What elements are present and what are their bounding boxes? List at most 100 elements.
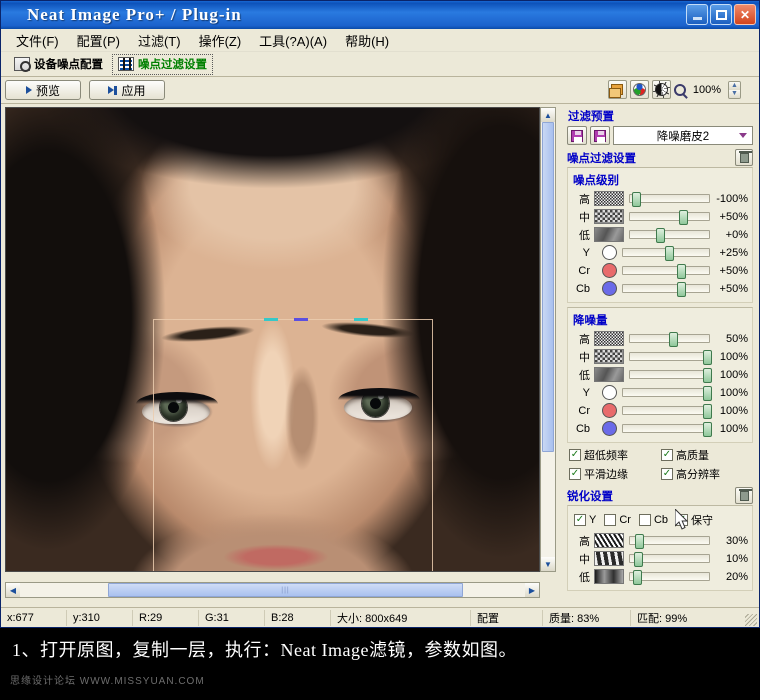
checkbox-box[interactable] xyxy=(604,514,617,526)
main-body: ▲ ▼ ◀ ||| ▶ 过滤预置 降噪磨皮2 噪点过滤设置 噪点级别 高 -10… xyxy=(1,104,759,600)
apply-label: 应用 xyxy=(121,83,146,98)
status-size: 大小: 800x649 xyxy=(331,609,471,626)
noise-level-cb-slider[interactable] xyxy=(622,282,710,297)
eye-left xyxy=(134,390,220,432)
tutorial-caption-area: 1、打开原图，复制一层，执行：Neat Image滤镜，参数如图。 思缘设计论坛… xyxy=(0,628,760,700)
slider-value: -100% xyxy=(716,192,748,205)
checkbox-box[interactable] xyxy=(569,468,581,480)
slider-label: Cr xyxy=(578,264,590,277)
slider-row: 高 30% xyxy=(572,532,748,549)
scroll-down-button[interactable]: ▼ xyxy=(541,557,555,571)
checkbox-sharpen-y[interactable]: Y xyxy=(574,514,596,526)
slider-value: 100% xyxy=(719,404,748,417)
slider-label: 高 xyxy=(579,333,590,346)
preview-button[interactable]: 预览 xyxy=(5,80,81,100)
checkbox-box[interactable] xyxy=(569,449,581,461)
eyebrow-left xyxy=(155,321,261,347)
toolbar-right-group: 100% ▲ ▼ xyxy=(607,80,741,99)
checkbox-very-low-frequency[interactable]: 超低频率 xyxy=(569,447,661,463)
checkbox-box[interactable] xyxy=(661,468,673,480)
minimize-button[interactable] xyxy=(686,4,708,25)
sharpening-header: 锐化设置 xyxy=(567,487,753,504)
reset-noise-filter-icon[interactable] xyxy=(735,149,753,166)
save-profile-icon[interactable] xyxy=(567,126,587,145)
menu-item-help[interactable]: 帮助(H) xyxy=(336,29,398,52)
menu-bar: 文件(F) 配置(P) 过滤(T) 操作(Z) 工具(?A)(A) 帮助(H) xyxy=(1,29,759,52)
menu-item-action[interactable]: 操作(Z) xyxy=(190,29,251,52)
filter-preset-title: 过滤预置 xyxy=(568,111,614,123)
toolbar: 预览 应用 100% ▲ ▼ xyxy=(1,77,759,104)
scroll-thumb-vertical[interactable] xyxy=(542,122,554,452)
scroll-right-button[interactable]: ▶ xyxy=(525,583,539,597)
sharpening-title: 锐化设置 xyxy=(567,490,613,503)
layers-icon[interactable] xyxy=(607,80,627,99)
close-button[interactable]: ✕ xyxy=(734,4,756,25)
rgb-channels-icon[interactable] xyxy=(629,80,649,99)
noise-amount-cr-slider[interactable] xyxy=(622,404,712,419)
menu-item-filter[interactable]: 过滤(T) xyxy=(129,29,190,52)
slider-value: 100% xyxy=(719,350,748,363)
status-r: R:29 xyxy=(133,609,199,626)
channel-cb-icon xyxy=(602,281,617,296)
sharpening-low-slider[interactable] xyxy=(629,570,710,585)
noise-filter-options: 超低频率 高质量 平滑边缘 高分辨率 xyxy=(569,447,753,485)
checkbox-sharpen-cb[interactable]: Cb xyxy=(638,514,669,526)
tab-device-noise-profile[interactable]: 设备噪点配置 xyxy=(9,54,108,75)
menu-item-tools[interactable]: 工具(?A)(A) xyxy=(250,29,336,52)
menu-item-file[interactable]: 文件(F) xyxy=(7,29,68,52)
checkbox-box[interactable] xyxy=(638,514,651,526)
noise-level-cr-slider[interactable] xyxy=(622,264,710,279)
tab-noise-filter-settings[interactable]: 噪点过滤设置 xyxy=(112,53,213,75)
checkbox-label: Cb xyxy=(653,514,669,526)
checkbox-smooth-edges[interactable]: 平滑边缘 xyxy=(569,466,661,482)
zoom-stepper[interactable]: ▲ ▼ xyxy=(728,80,741,99)
checkbox-sharpen-cr[interactable]: Cr xyxy=(604,514,631,526)
checkbox-label: 超低频率 xyxy=(584,450,628,462)
tab-strip: 设备噪点配置 噪点过滤设置 xyxy=(1,52,759,77)
checkbox-box[interactable] xyxy=(661,449,673,461)
status-bar: x:677 y:310 R:29 G:31 B:28 大小: 800x649 配… xyxy=(1,607,759,627)
checkbox-high-resolution[interactable]: 高分辨率 xyxy=(661,466,753,482)
tab-label: 噪点过滤设置 xyxy=(138,59,207,71)
channel-y-icon xyxy=(602,245,617,260)
scroll-left-button[interactable]: ◀ xyxy=(6,583,20,597)
noise-level-y-slider[interactable] xyxy=(622,246,710,261)
noise-low-swatch xyxy=(594,227,624,242)
reset-sharpening-icon[interactable] xyxy=(735,487,753,504)
noise-low-swatch xyxy=(594,367,624,382)
noise-level-mid-slider[interactable] xyxy=(629,210,710,225)
noise-level-low-slider[interactable] xyxy=(629,228,710,243)
noise-amount-low-slider[interactable] xyxy=(629,368,713,383)
slider-label: 高 xyxy=(579,535,590,548)
status-quality: 质量: 83% xyxy=(543,609,631,626)
sharpening-high-slider[interactable] xyxy=(629,534,710,549)
checkbox-high-quality[interactable]: 高质量 xyxy=(661,447,753,463)
checkbox-box[interactable] xyxy=(574,514,586,526)
mouse-cursor xyxy=(675,509,689,530)
slider-label: Y xyxy=(582,386,590,399)
apply-button[interactable]: 应用 xyxy=(89,80,165,100)
menu-item-config[interactable]: 配置(P) xyxy=(68,29,129,52)
sharpening-mid-slider[interactable] xyxy=(629,552,710,567)
canvas-horizontal-scrollbar[interactable]: ◀ ||| ▶ xyxy=(5,582,540,598)
scroll-up-button[interactable]: ▲ xyxy=(541,108,555,122)
noise-amount-y-slider[interactable] xyxy=(622,386,712,401)
resize-grip-icon[interactable] xyxy=(745,614,757,626)
sharp-mid-swatch xyxy=(594,551,624,566)
slider-value: +25% xyxy=(719,246,748,259)
preset-selected-value: 降噪磨皮2 xyxy=(656,130,710,143)
slider-value: 50% xyxy=(725,332,748,345)
preset-dropdown[interactable]: 降噪磨皮2 xyxy=(613,126,753,145)
maximize-button[interactable] xyxy=(710,4,732,25)
save-preset-icon[interactable] xyxy=(590,126,610,145)
noise-amount-cb-slider[interactable] xyxy=(622,422,712,437)
noise-amount-high-slider[interactable] xyxy=(629,332,710,347)
canvas-vertical-scrollbar[interactable]: ▲ ▼ xyxy=(540,107,556,572)
contrast-icon[interactable] xyxy=(651,80,671,99)
image-canvas[interactable] xyxy=(5,107,540,572)
noise-amount-mid-slider[interactable] xyxy=(629,350,713,365)
scroll-thumb-horizontal[interactable]: ||| xyxy=(108,583,463,597)
title-bar: Neat Image Pro+ / Plug-in ✕ xyxy=(1,1,759,29)
slider-label: Cb xyxy=(575,282,590,295)
noise-level-high-slider[interactable] xyxy=(629,192,710,207)
